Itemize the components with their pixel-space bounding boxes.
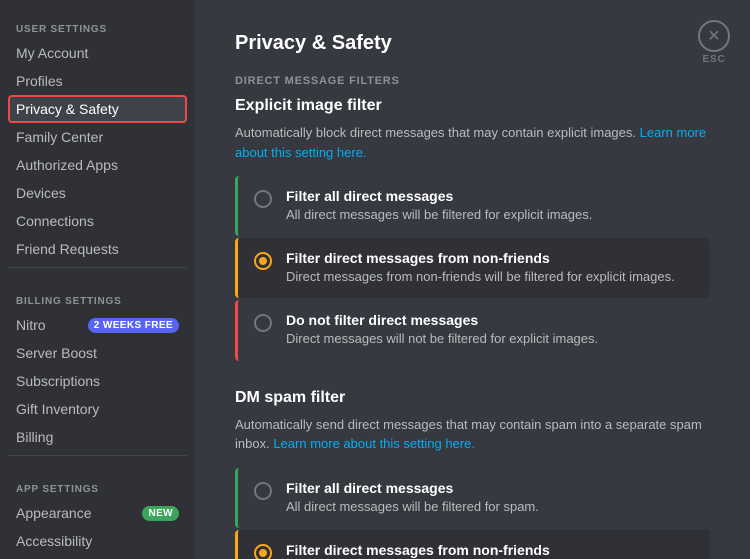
sidebar-item-label: Appearance [16,505,92,521]
sidebar-item-gift-inventory[interactable]: Gift Inventory [8,395,187,423]
appearance-badge: NEW [142,506,179,521]
explicit-filter-title: Explicit image filter [235,97,710,115]
sidebar-item-nitro[interactable]: Nitro 2 WEEKS FREE [8,311,187,339]
spam-filter-title: DM spam filter [235,389,710,407]
divider-app [8,455,187,456]
explicit-option-none-title: Do not filter direct messages [286,312,598,328]
dm-filters-label: DIRECT MESSAGE FILTERS [235,75,710,87]
spam-filter-options: Filter all direct messages All direct me… [235,468,710,559]
sidebar-item-server-boost[interactable]: Server Boost [8,339,187,367]
sidebar-item-label: Accessibility [16,533,92,549]
sidebar-item-label: Nitro [16,317,46,333]
close-icon[interactable]: ✕ [698,20,730,52]
explicit-filter-option-nonfriends[interactable]: Filter direct messages from non-friends … [235,238,710,298]
explicit-option-nonfriends-desc: Direct messages from non-friends will be… [286,268,675,286]
billing-settings-label: BILLING SETTINGS [8,288,187,311]
main-content: ✕ ESC Privacy & Safety DIRECT MESSAGE FI… [195,0,750,559]
spam-filter-option-nonfriends[interactable]: Filter direct messages from non-friends … [235,530,710,559]
sidebar-item-privacy-safety[interactable]: Privacy & Safety [8,95,187,123]
explicit-filter-option-all[interactable]: Filter all direct messages All direct me… [235,176,710,236]
explicit-filter-options: Filter all direct messages All direct me… [235,176,710,361]
sidebar-item-profiles[interactable]: Profiles [8,67,187,95]
sidebar-item-authorized-apps[interactable]: Authorized Apps [8,151,187,179]
spam-filter-description: Automatically send direct messages that … [235,415,710,454]
esc-button[interactable]: ✕ ESC [698,20,730,65]
explicit-option-nonfriends-title: Filter direct messages from non-friends [286,250,675,266]
spam-option-nonfriends-title: Filter direct messages from non-friends [286,542,621,558]
sidebar-item-label: Authorized Apps [16,157,118,173]
sidebar-item-label: Profiles [16,73,63,89]
dm-spam-filter-section: DM spam filter Automatically send direct… [235,389,710,559]
page-title: Privacy & Safety [235,32,710,55]
sidebar-item-voice-video[interactable]: Voice & Video [8,555,187,559]
sidebar-item-subscriptions[interactable]: Subscriptions [8,367,187,395]
sidebar-item-my-account[interactable]: My Account [8,39,187,67]
radio-explicit-none[interactable] [254,314,272,332]
sidebar: USER SETTINGS My Account Profiles Privac… [0,0,195,559]
spam-option-all-desc: All direct messages will be filtered for… [286,498,539,516]
nitro-badge: 2 WEEKS FREE [88,318,179,333]
sidebar-item-connections[interactable]: Connections [8,207,187,235]
spam-option-all-title: Filter all direct messages [286,480,539,496]
explicit-option-all-title: Filter all direct messages [286,188,592,204]
sidebar-item-label: Connections [16,213,94,229]
explicit-image-filter-section: Explicit image filter Automatically bloc… [235,97,710,361]
sidebar-item-label: Devices [16,185,66,201]
sidebar-item-appearance[interactable]: Appearance NEW [8,499,187,527]
sidebar-item-accessibility[interactable]: Accessibility [8,527,187,555]
sidebar-item-devices[interactable]: Devices [8,179,187,207]
esc-label: ESC [703,54,726,65]
sidebar-item-label: Server Boost [16,345,97,361]
user-settings-label: USER SETTINGS [8,16,187,39]
sidebar-item-billing[interactable]: Billing [8,423,187,451]
sidebar-item-label: Family Center [16,129,103,145]
spam-filter-link[interactable]: Learn more about this setting here. [273,436,475,451]
explicit-option-all-desc: All direct messages will be filtered for… [286,206,592,224]
explicit-filter-option-none[interactable]: Do not filter direct messages Direct mes… [235,300,710,360]
explicit-option-none-desc: Direct messages will not be filtered for… [286,330,598,348]
divider-billing [8,267,187,268]
sidebar-item-label: Billing [16,429,53,445]
sidebar-item-friend-requests[interactable]: Friend Requests [8,235,187,263]
radio-spam-all[interactable] [254,482,272,500]
sidebar-item-label: My Account [16,45,88,61]
sidebar-item-label: Subscriptions [16,373,100,389]
sidebar-item-label: Gift Inventory [16,401,99,417]
radio-spam-nonfriends[interactable] [254,544,272,559]
radio-explicit-all[interactable] [254,190,272,208]
radio-explicit-nonfriends[interactable] [254,252,272,270]
sidebar-item-family-center[interactable]: Family Center [8,123,187,151]
sidebar-item-label: Friend Requests [16,241,119,257]
sidebar-item-label: Privacy & Safety [16,101,119,117]
app-settings-label: APP SETTINGS [8,476,187,499]
explicit-filter-description: Automatically block direct messages that… [235,123,710,162]
spam-filter-option-all[interactable]: Filter all direct messages All direct me… [235,468,710,528]
